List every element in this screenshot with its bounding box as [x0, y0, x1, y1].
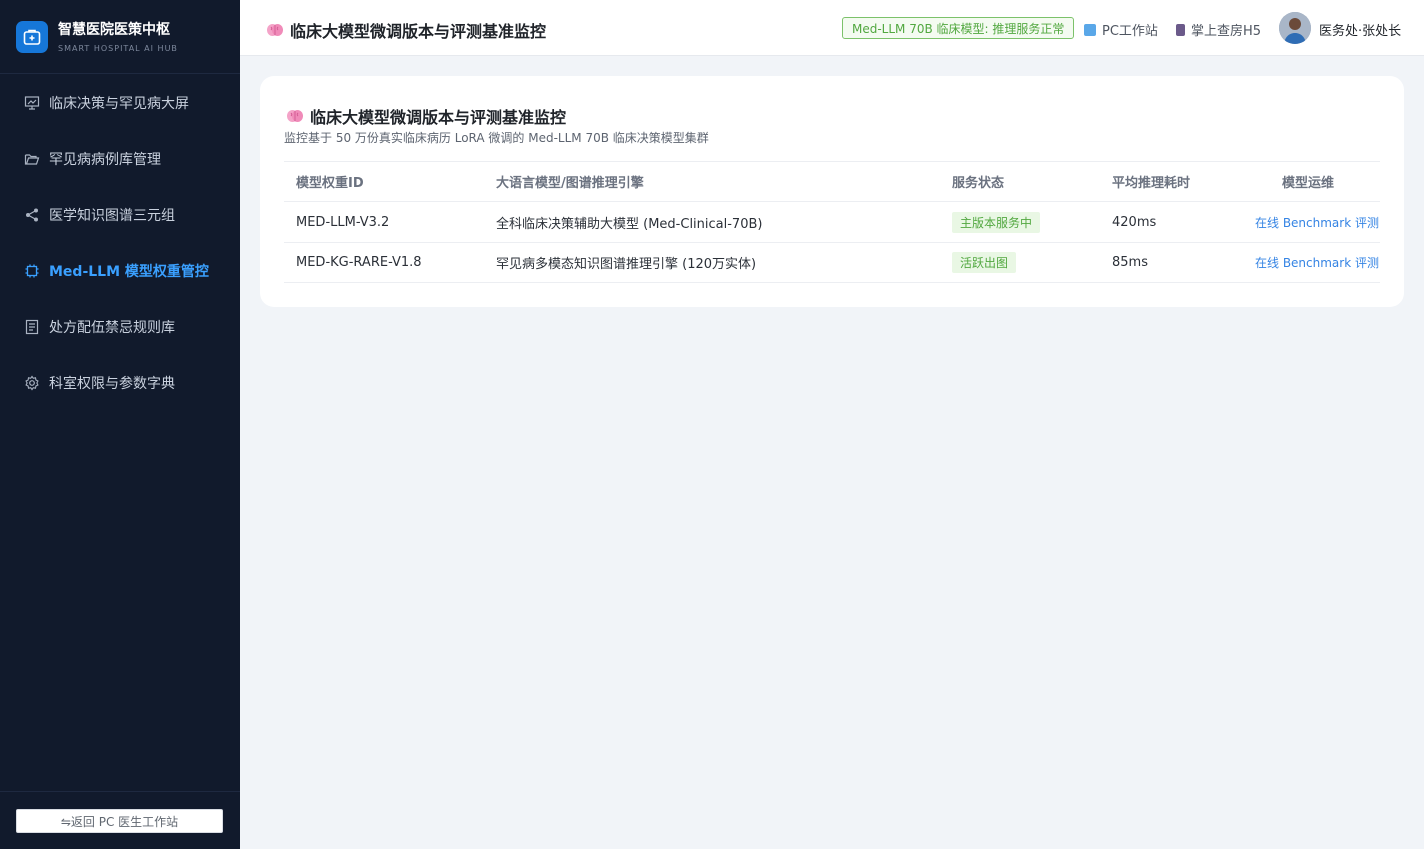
avatar[interactable]: [1279, 12, 1311, 44]
table-row: MED-LLM-V3.2 全科临床决策辅助大模型 (Med-Clinical-7…: [284, 201, 1380, 242]
status-badge: 主版本服务中: [952, 211, 1041, 233]
presentation-icon: [24, 95, 40, 111]
card-subtitle: 监控基于 50 万份真实临床病历 LoRA 微调的 Med-LLM 70B 临床…: [284, 131, 709, 145]
user-name[interactable]: 医务处·张处长: [1319, 20, 1401, 39]
service-status-badge: Med-LLM 70B 临床模型: 推理服务正常: [842, 17, 1075, 39]
sidebar-item-label: 罕见病病例库管理: [49, 152, 161, 168]
table-header-row: 模型权重ID 大语言模型/图谱推理引擎 服务状态 平均推理耗时 模型运维: [284, 161, 1380, 201]
sidebar-item-clinical-dashboard[interactable]: 临床决策与罕见病大屏: [0, 75, 240, 131]
brand-subtitle: SMART HOSPITAL AI HUB: [58, 43, 178, 53]
status-cell: 活跃出图: [952, 243, 1017, 282]
sidebar-footer: ⇋返回 PC 医生工作站: [0, 791, 240, 849]
page-title: 临床大模型微调版本与评测基准监控: [266, 18, 546, 42]
column-header-latency: 平均推理耗时: [1112, 176, 1191, 191]
status-cell: 主版本服务中: [952, 202, 1041, 242]
model-table: 模型权重ID 大语言模型/图谱推理引擎 服务状态 平均推理耗时 模型运维 MED…: [284, 161, 1380, 283]
engine-cell: 全科临床决策辅助大模型 (Med-Clinical-70B): [496, 216, 763, 232]
hospital-logo-icon: [16, 20, 48, 53]
model-id-cell: MED-LLM-V3.2: [296, 214, 390, 230]
sidebar-item-label: 临床决策与罕见病大屏: [49, 96, 189, 112]
mobile-rounds-link[interactable]: 掌上查房H5: [1176, 20, 1261, 39]
status-badge: 活跃出图: [952, 252, 1017, 273]
sidebar-item-prescription-rules[interactable]: 处方配伍禁忌规则库: [0, 299, 240, 355]
sidebar-item-rare-case-library[interactable]: 罕见病病例库管理: [0, 131, 240, 187]
gear-icon: [24, 375, 40, 391]
brand-title: 智慧医院医策中枢: [58, 21, 170, 38]
table-row: MED-KG-RARE-V1.8 罕见病多模态知识图谱推理引擎 (120万实体)…: [284, 242, 1380, 283]
sidebar-item-label: 科室权限与参数字典: [49, 376, 175, 392]
share-icon: [24, 207, 40, 223]
pc-workstation-label: PC工作站: [1102, 24, 1158, 39]
card-title: 临床大模型微调版本与评测基准监控: [286, 104, 566, 128]
benchmark-link[interactable]: 在线 Benchmark 评测: [1255, 254, 1379, 271]
sidebar-item-knowledge-graph[interactable]: 医学知识图谱三元组: [0, 187, 240, 243]
sidebar-item-model-weights[interactable]: Med-LLM 模型权重管控: [0, 243, 240, 299]
phone-icon: [1176, 23, 1185, 36]
operations-cell: 在线 Benchmark 评测: [1255, 243, 1380, 282]
brand: 智慧医院医策中枢 SMART HOSPITAL AI HUB: [0, 0, 240, 74]
document-icon: [24, 319, 40, 335]
model-id-cell: MED-KG-RARE-V1.8: [296, 255, 422, 270]
column-header-status: 服务状态: [952, 176, 1005, 191]
top-header: 临床大模型微调版本与评测基准监控 Med-LLM 70B 临床模型: 推理服务正…: [240, 0, 1424, 56]
sidebar-item-permissions-dictionary[interactable]: 科室权限与参数字典: [0, 355, 240, 411]
benchmark-link[interactable]: 在线 Benchmark 评测: [1255, 214, 1379, 231]
latency-cell: 85ms: [1112, 255, 1148, 270]
pc-workstation-link[interactable]: PC工作站: [1084, 20, 1158, 39]
page-title-text: 临床大模型微调版本与评测基准监控: [290, 22, 547, 41]
brain-icon: [266, 22, 284, 38]
model-monitor-card: 临床大模型微调版本与评测基准监控 监控基于 50 万份真实临床病历 LoRA 微…: [260, 76, 1404, 307]
back-to-pc-workstation-button[interactable]: ⇋返回 PC 医生工作站: [16, 809, 223, 833]
column-header-operations: 模型运维: [1282, 176, 1335, 191]
chip-icon: [24, 263, 40, 279]
brain-icon: [286, 108, 304, 124]
column-header-model-id: 模型权重ID: [296, 176, 364, 191]
sidebar-item-label: Med-LLM 模型权重管控: [49, 264, 209, 280]
operations-cell: 在线 Benchmark 评测: [1255, 202, 1380, 242]
folder-icon: [24, 151, 40, 167]
latency-cell: 420ms: [1112, 214, 1157, 230]
monitor-icon: [1084, 23, 1096, 36]
column-header-engine: 大语言模型/图谱推理引擎: [496, 176, 644, 191]
sidebar-nav: 临床决策与罕见病大屏 罕见病病例库管理 医学知识图谱三元组 Med-LLM 模型…: [0, 74, 240, 411]
card-title-text: 临床大模型微调版本与评测基准监控: [310, 108, 567, 127]
sidebar-item-label: 处方配伍禁忌规则库: [49, 320, 175, 336]
sidebar-item-label: 医学知识图谱三元组: [49, 208, 175, 224]
sidebar: 智慧医院医策中枢 SMART HOSPITAL AI HUB 临床决策与罕见病大…: [0, 0, 240, 849]
engine-cell: 罕见病多模态知识图谱推理引擎 (120万实体): [496, 257, 757, 272]
mobile-rounds-label: 掌上查房H5: [1191, 24, 1262, 39]
